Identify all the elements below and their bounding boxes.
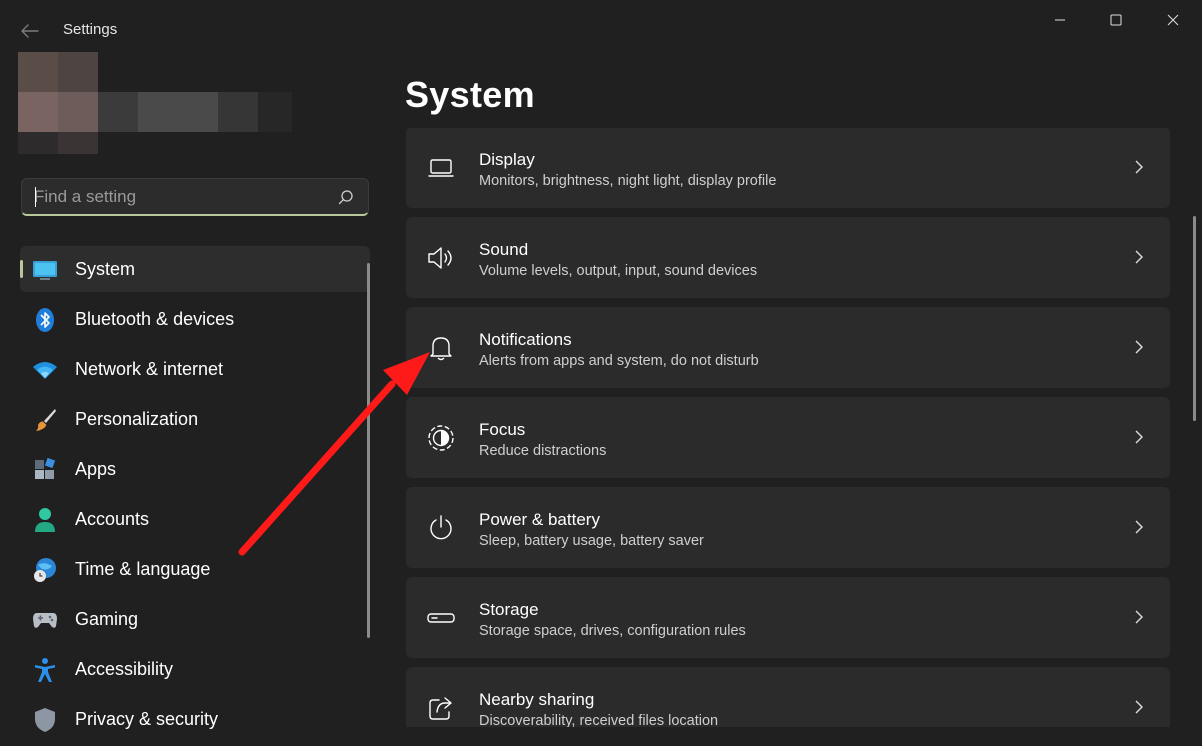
focus-icon [426,423,456,453]
sidebar-item-label: Bluetooth & devices [75,309,235,329]
bell-icon [426,333,456,363]
settings-card-focus[interactable]: Focus Reduce distractions [406,397,1170,478]
profile-name-blur [218,92,258,132]
avatar [18,52,58,92]
settings-card-power[interactable]: Power & battery Sleep, battery usage, ba… [406,487,1170,568]
speaker-icon [426,243,456,273]
chevron-right-icon [1135,250,1143,264]
power-icon [426,513,456,543]
settings-card-display[interactable]: Display Monitors, brightness, night ligh… [406,128,1170,208]
card-subtitle: Sleep, battery usage, battery saver [479,533,704,549]
avatar-pixel [58,52,98,92]
card-subtitle: Reduce distractions [479,443,607,459]
minimize-button[interactable] [1032,2,1088,38]
back-arrow-icon [21,24,39,38]
maximize-button[interactable] [1088,2,1144,38]
gamepad-icon [32,607,58,633]
text-caret [35,187,36,207]
accessibility-icon [32,657,58,683]
close-button[interactable] [1145,2,1201,38]
sidebar-item-network[interactable]: Network & internet [20,346,370,392]
profile-name-blur [258,92,292,132]
sidebar-item-label: Gaming [75,609,139,629]
search-icon[interactable] [338,189,354,205]
storage-icon [426,603,456,633]
card-subtitle: Monitors, brightness, night light, displ… [479,173,777,189]
sidebar-nav: System Bluetooth & devices Network & int… [20,246,370,746]
avatar-pixel [58,92,98,132]
sidebar-item-privacy-security[interactable]: Privacy & security [20,696,370,742]
sidebar-item-personalization[interactable]: Personalization [20,396,370,442]
chevron-right-icon [1135,700,1143,714]
search-box[interactable] [21,178,369,216]
settings-card-notifications[interactable]: Notifications Alerts from apps and syste… [406,307,1170,388]
card-subtitle: Alerts from apps and system, do not dist… [479,353,759,369]
chevron-right-icon [1135,520,1143,534]
card-title: Nearby sharing [479,690,595,709]
sidebar-item-label: Personalization [75,409,199,429]
sidebar-item-bluetooth[interactable]: Bluetooth & devices [20,296,370,342]
card-subtitle: Storage space, drives, configuration rul… [479,623,746,639]
chevron-right-icon [1135,340,1143,354]
sidebar-item-label: Time & language [75,559,211,579]
profile-name-blur [138,92,218,132]
card-title: Sound [479,240,529,259]
sidebar-item-gaming[interactable]: Gaming [20,596,370,642]
app-title: Settings [63,21,118,38]
settings-card-storage[interactable]: Storage Storage space, drives, configura… [406,577,1170,658]
wifi-icon [32,357,58,383]
sidebar-item-apps[interactable]: Apps [20,446,370,492]
avatar-pixel [58,132,98,154]
card-title: Storage [479,600,539,619]
brush-icon [32,407,58,433]
sidebar-item-time-language[interactable]: Time & language [20,546,370,592]
person-icon [32,507,58,533]
sidebar-item-label: Network & internet [75,359,224,379]
maximize-icon [1110,14,1122,26]
user-profile[interactable] [18,52,298,156]
sidebar-item-accessibility[interactable]: Accessibility [20,646,370,692]
profile-name-blur [98,92,138,132]
card-title: Power & battery [479,510,600,529]
search-input[interactable] [34,179,324,215]
card-subtitle: Discoverability, received files location [479,713,719,727]
sidebar-item-label: Accessibility [75,659,174,679]
sidebar-item-system[interactable]: System [20,246,370,292]
apps-icon [32,457,58,483]
chevron-right-icon [1135,430,1143,444]
sidebar-item-accounts[interactable]: Accounts [20,496,370,542]
avatar-pixel [18,92,58,132]
card-title: Focus [479,420,526,439]
share-icon [426,693,456,723]
shield-icon [32,707,58,733]
settings-card-nearby-sharing[interactable]: Nearby sharing Discoverability, received… [406,667,1170,727]
bluetooth-icon [32,307,58,333]
display-icon [426,153,456,183]
globe-clock-icon [32,557,58,583]
main-scrollbar[interactable] [1193,216,1196,421]
page-title: System [405,74,535,115]
chevron-right-icon [1135,610,1143,624]
card-subtitle: Volume levels, output, input, sound devi… [479,263,758,279]
chevron-right-icon [1135,160,1143,174]
sidebar-item-label: Accounts [75,509,150,529]
avatar-pixel [18,132,58,154]
sidebar-item-label: System [75,259,136,279]
monitor-icon [32,257,58,283]
card-title: Display [479,150,535,169]
back-button[interactable] [14,16,46,46]
settings-card-sound[interactable]: Sound Volume levels, output, input, soun… [406,217,1170,298]
settings-list: Display Monitors, brightness, night ligh… [406,128,1170,727]
close-icon [1167,14,1179,26]
sidebar-scrollbar[interactable] [367,263,370,638]
minimize-icon [1055,19,1065,21]
sidebar-item-label: Apps [75,459,117,479]
title-bar: Settings [0,0,1202,60]
card-title: Notifications [479,330,572,349]
